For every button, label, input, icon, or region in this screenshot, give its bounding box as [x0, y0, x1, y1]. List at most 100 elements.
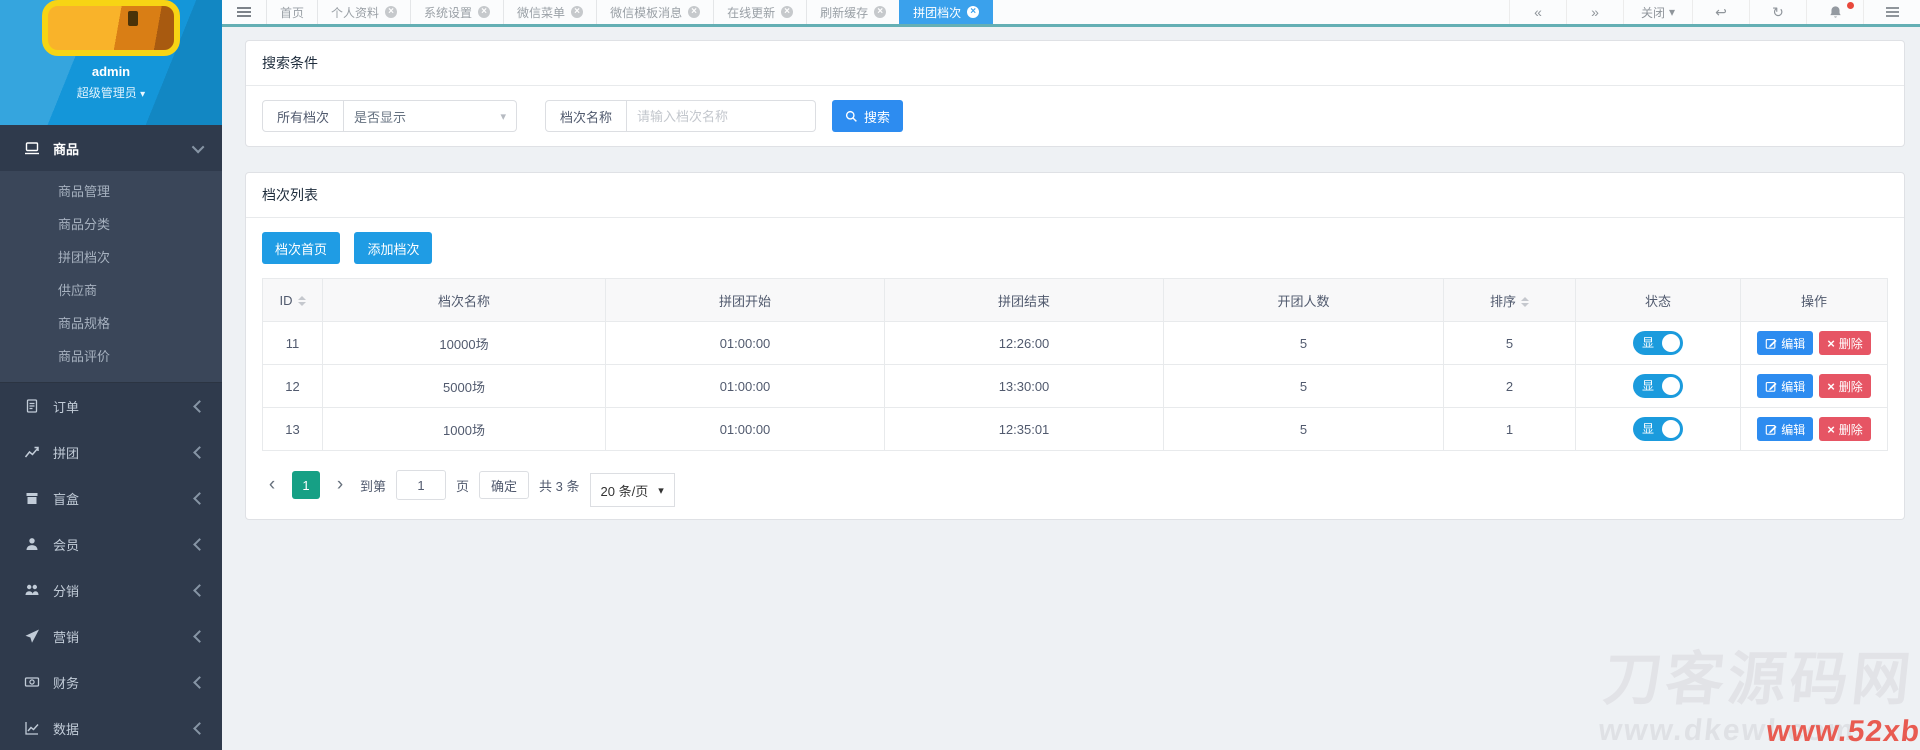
user-role-dropdown[interactable]: 超级管理员 ▾ — [0, 84, 222, 101]
sort-icon[interactable] — [298, 296, 306, 306]
sidebar-toggle-button[interactable] — [222, 0, 266, 24]
close-icon[interactable]: × — [688, 6, 700, 18]
sidebar-item-orders[interactable]: 订单 — [0, 383, 222, 429]
notification-badge — [1847, 2, 1854, 9]
edit-icon — [1765, 337, 1777, 349]
tab-label: 系统设置 — [424, 4, 472, 21]
page-size-value: 20 条/页 — [601, 481, 649, 500]
col-id[interactable]: ID — [263, 279, 323, 322]
chevron-left-icon — [193, 722, 206, 735]
top-tab-bar: 首页 个人资料 × 系统设置 × 微信菜单 × 微信模板消息 × 在线更新 × … — [222, 0, 1920, 27]
cell-people: 5 — [1164, 322, 1444, 365]
delete-x-icon: × — [1827, 423, 1835, 436]
tab-wechat-menu[interactable]: 微信菜单 × — [503, 0, 596, 24]
sidebar-item-blindbox[interactable]: 盲盒 — [0, 475, 222, 521]
cell-sort: 1 — [1444, 408, 1576, 451]
tab-refresh-cache[interactable]: 刷新缓存 × — [806, 0, 899, 24]
app-logo — [42, 0, 180, 56]
tab-groupbuy-tier[interactable]: 拼团档次 × — [899, 0, 993, 24]
scroll-tabs-left-button[interactable]: « — [1509, 0, 1566, 24]
status-toggle[interactable]: 显 — [1633, 374, 1683, 398]
tab-label: 拼团档次 — [913, 4, 961, 21]
tier-filter-group: 所有档次 是否显示 ▾ — [262, 100, 517, 132]
close-icon[interactable]: × — [385, 6, 397, 18]
sidebar-item-label: 拼团 — [53, 443, 79, 462]
log-list-button[interactable] — [1863, 0, 1920, 24]
cell-name: 1000场 — [323, 408, 606, 451]
tab-profile[interactable]: 个人资料 × — [317, 0, 410, 24]
sidebar-item-marketing[interactable]: 营销 — [0, 613, 222, 659]
close-icon[interactable]: × — [874, 6, 886, 18]
delete-button[interactable]: ×删除 — [1819, 417, 1871, 441]
tab-system-settings[interactable]: 系统设置 × — [410, 0, 503, 24]
scroll-tabs-right-button[interactable]: » — [1566, 0, 1623, 24]
sidebar-item-goods-spec[interactable]: 商品规格 — [0, 307, 222, 340]
notifications-button[interactable] — [1806, 0, 1863, 24]
sort-icon[interactable] — [1521, 297, 1529, 307]
goto-suffix-label: 页 — [456, 476, 469, 495]
goto-confirm-button[interactable]: 确定 — [479, 471, 529, 499]
tab-label: 微信模板消息 — [610, 4, 682, 21]
close-icon[interactable]: × — [781, 6, 793, 18]
col-sort[interactable]: 排序 — [1444, 279, 1576, 322]
add-tier-button[interactable]: 添加档次 — [354, 232, 432, 264]
close-icon[interactable]: × — [967, 6, 979, 18]
sidebar-item-goods[interactable]: 商品 — [0, 125, 222, 171]
delete-button[interactable]: ×删除 — [1819, 374, 1871, 398]
tier-table: ID 档次名称 拼团开始 拼团结束 开团人数 排序 状态 操作 11 — [262, 278, 1888, 451]
search-form: 所有档次 是否显示 ▾ 档次名称 搜索 — [246, 86, 1904, 146]
sidebar-item-members[interactable]: 会员 — [0, 521, 222, 567]
topbar-tools: « » 关闭 ▾ ↩ ↻ — [1509, 0, 1920, 24]
chevron-left-icon — [193, 446, 206, 459]
current-page-button[interactable]: 1 — [292, 471, 320, 499]
chevron-left-icon — [193, 584, 206, 597]
caret-down-icon: ▾ — [140, 89, 145, 100]
prev-page-button[interactable]: ‹ — [262, 471, 282, 499]
sidebar-item-groupbuy[interactable]: 拼团 — [0, 429, 222, 475]
goto-page-input[interactable] — [396, 470, 446, 500]
chevron-left-icon — [193, 492, 206, 505]
sidebar-item-goods-review[interactable]: 商品评价 — [0, 340, 222, 373]
status-toggle[interactable]: 显 — [1633, 331, 1683, 355]
refresh-button[interactable]: ↻ — [1749, 0, 1806, 24]
sidebar-item-finance[interactable]: 财务 — [0, 659, 222, 705]
page-size-select[interactable]: 20 条/页 ▾ — [590, 473, 675, 507]
edit-button[interactable]: 编辑 — [1757, 374, 1813, 398]
edit-button[interactable]: 编辑 — [1757, 417, 1813, 441]
close-tabs-dropdown[interactable]: 关闭 ▾ — [1623, 0, 1692, 24]
edit-button[interactable]: 编辑 — [1757, 331, 1813, 355]
tab-home[interactable]: 首页 — [266, 0, 317, 24]
search-panel-title: 搜索条件 — [246, 41, 1904, 86]
back-button[interactable]: ↩ — [1692, 0, 1749, 24]
next-page-button[interactable]: › — [330, 471, 350, 499]
tier-name-input[interactable] — [627, 100, 816, 132]
sidebar-item-supplier[interactable]: 供应商 — [0, 274, 222, 307]
tab-online-update[interactable]: 在线更新 × — [713, 0, 806, 24]
tab-label: 刷新缓存 — [820, 4, 868, 21]
sidebar-item-distribution[interactable]: 分销 — [0, 567, 222, 613]
sidebar-item-groupbuy-tier[interactable]: 拼团档次 — [0, 241, 222, 274]
status-toggle[interactable]: 显 — [1633, 417, 1683, 441]
tier-filter-label: 所有档次 — [262, 100, 344, 132]
close-icon[interactable]: × — [478, 6, 490, 18]
cell-people: 5 — [1164, 365, 1444, 408]
display-filter-select[interactable]: 是否显示 ▾ — [344, 100, 517, 132]
close-icon[interactable]: × — [571, 6, 583, 18]
col-start: 拼团开始 — [606, 279, 885, 322]
user-role-label: 超级管理员 — [77, 86, 137, 100]
sidebar-item-data[interactable]: 数据 — [0, 705, 222, 750]
sidebar-item-goods-manage[interactable]: 商品管理 — [0, 175, 222, 208]
pagination: ‹ 1 › 到第 页 确定 共 3 条 20 条/页 ▾ — [262, 463, 1888, 507]
tab-wechat-template[interactable]: 微信模板消息 × — [596, 0, 713, 24]
close-tabs-label: 关闭 — [1641, 4, 1665, 21]
search-button[interactable]: 搜索 — [832, 100, 903, 132]
cell-actions: 编辑 ×删除 — [1741, 365, 1888, 408]
tier-home-button[interactable]: 档次首页 — [262, 232, 340, 264]
col-actions: 操作 — [1741, 279, 1888, 322]
cell-start: 01:00:00 — [606, 365, 885, 408]
sidebar-item-goods-category[interactable]: 商品分类 — [0, 208, 222, 241]
cell-status: 显 — [1576, 408, 1741, 451]
order-icon — [24, 398, 40, 414]
toggle-knob — [1662, 377, 1680, 395]
delete-button[interactable]: ×删除 — [1819, 331, 1871, 355]
